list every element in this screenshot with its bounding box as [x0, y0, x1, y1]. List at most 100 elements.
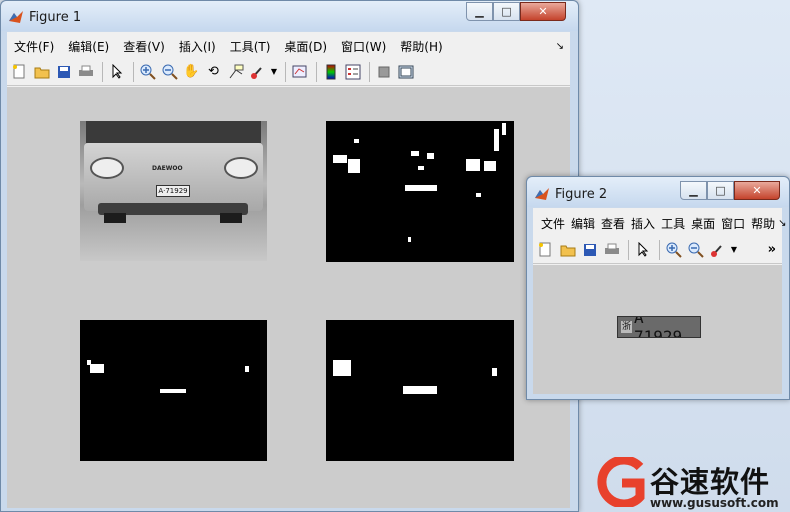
edge-blob — [333, 155, 347, 163]
bus-wheel-left — [104, 213, 126, 223]
toolbar-separator — [316, 61, 317, 82]
hide-plot-tools-icon[interactable] — [374, 62, 393, 81]
subplot-edge-image — [326, 121, 514, 262]
open-icon[interactable] — [558, 240, 577, 259]
watermark: 谷速软件 www.gususoft.com — [590, 455, 790, 512]
maximize-button[interactable]: □ — [707, 181, 734, 200]
pan-icon[interactable]: ✋ — [182, 62, 201, 81]
bus-windshield — [86, 121, 261, 143]
toolbar-separator — [102, 61, 103, 82]
zoom-out-icon[interactable] — [160, 62, 179, 81]
bus-license-plate: A·71929 — [156, 185, 190, 197]
zoom-out-icon[interactable] — [686, 240, 705, 259]
plate-province-char: 浙 — [621, 321, 633, 333]
menubar: 文件 编辑 查看 插入 工具 桌面 窗口 帮助 ↘ — [533, 212, 787, 234]
minimize-button[interactable]: ▁ — [680, 181, 707, 200]
window-title: Figure 1 — [29, 10, 82, 25]
watermark-brand: 谷速软件 — [650, 465, 771, 499]
menu-edit[interactable]: 编辑 — [568, 215, 598, 232]
menu-insert[interactable]: 插入 — [628, 215, 658, 232]
figure1-titlebar[interactable]: Figure 1 ▁ □ ✕ — [1, 1, 578, 31]
bus-headlight-right — [224, 157, 258, 179]
figure2-client: 文件 编辑 查看 插入 工具 桌面 窗口 帮助 ↘ ▼ » 浙 A 71929 — [533, 208, 787, 394]
link-plot-icon[interactable] — [290, 62, 309, 81]
edge-blob — [466, 159, 480, 171]
subplot-region-image — [326, 320, 514, 461]
matlab-logo-icon — [534, 186, 550, 202]
figure1-canvas: DAEWOO A·71929 — [7, 87, 570, 508]
toolbar-overflow-icon[interactable]: » — [768, 242, 776, 257]
region-blob — [333, 360, 351, 376]
menu-desktop[interactable]: 桌面(D) — [277, 38, 334, 55]
toolbar-separator — [285, 61, 286, 82]
edge-blob — [405, 185, 437, 191]
toolbar-separator — [659, 239, 660, 260]
edge-blob — [354, 139, 359, 143]
toolbar-separator — [133, 61, 134, 82]
edge-blob — [408, 237, 411, 242]
close-button[interactable]: ✕ — [520, 2, 566, 21]
figure1-client: 文件(F) 编辑(E) 查看(V) 插入(I) 工具(T) 桌面(D) 窗口(W… — [7, 32, 570, 508]
menu-view[interactable]: 查看 — [598, 215, 628, 232]
region-blob — [160, 389, 186, 393]
new-figure-icon[interactable] — [10, 62, 29, 81]
save-icon[interactable] — [580, 240, 599, 259]
menu-insert[interactable]: 插入(I) — [172, 38, 223, 55]
legend-icon[interactable] — [343, 62, 362, 81]
menu-help[interactable]: 帮助(H) — [393, 38, 449, 55]
rotate-icon[interactable]: ⟲ — [204, 62, 223, 81]
edge-blob — [502, 123, 506, 135]
menu-file[interactable]: 文件(F) — [7, 38, 61, 55]
save-icon[interactable] — [54, 62, 73, 81]
brush-dropdown-icon[interactable]: ▼ — [270, 62, 278, 81]
menu-window[interactable]: 窗口 — [718, 215, 748, 232]
edge-blob — [348, 159, 360, 173]
brush-icon[interactable] — [708, 240, 727, 259]
menu-file[interactable]: 文件 — [533, 215, 568, 232]
menu-tools[interactable]: 工具(T) — [223, 38, 278, 55]
menubar: 文件(F) 编辑(E) 查看(V) 插入(I) 工具(T) 桌面(D) 窗口(W… — [7, 35, 570, 57]
license-plate-image: 浙 A 71929 — [617, 316, 701, 338]
menubar-dock-arrow-icon[interactable]: ↘ — [556, 41, 564, 52]
edge-blob — [418, 166, 424, 170]
menu-desktop[interactable]: 桌面 — [688, 215, 718, 232]
bus-brand-text: DAEWOO — [152, 165, 183, 172]
zoom-in-icon[interactable] — [138, 62, 157, 81]
figure2-window: Figure 2 ▁ □ ✕ 文件 编辑 查看 插入 工具 桌面 窗口 帮助 ↘ — [526, 176, 790, 400]
figure-toolbar: ✋ ⟲ ▼ — [7, 58, 570, 86]
edge-blob — [427, 153, 434, 159]
window-title: Figure 2 — [555, 187, 608, 202]
show-plot-tools-icon[interactable] — [396, 62, 415, 81]
matlab-logo-icon — [8, 9, 24, 25]
toolbar-separator — [628, 239, 629, 260]
print-icon[interactable] — [76, 62, 95, 81]
colorbar-icon[interactable] — [321, 62, 340, 81]
pointer-icon[interactable] — [107, 62, 126, 81]
menu-tools[interactable]: 工具 — [658, 215, 688, 232]
edge-blob — [411, 151, 419, 156]
figure-toolbar: ▼ » — [533, 236, 782, 264]
maximize-button[interactable]: □ — [493, 2, 520, 21]
minimize-button[interactable]: ▁ — [466, 2, 493, 21]
brush-dropdown-icon[interactable]: ▼ — [730, 240, 738, 259]
brush-icon[interactable] — [248, 62, 267, 81]
figure2-canvas: 浙 A 71929 — [533, 265, 782, 394]
pointer-icon[interactable] — [633, 240, 652, 259]
watermark-url: www.gususoft.com — [650, 496, 779, 510]
close-button[interactable]: ✕ — [734, 181, 780, 200]
menubar-dock-arrow-icon[interactable]: ↘ — [778, 218, 786, 229]
menu-view[interactable]: 查看(V) — [116, 38, 172, 55]
region-blob — [87, 360, 91, 365]
menu-window[interactable]: 窗口(W) — [334, 38, 393, 55]
new-figure-icon[interactable] — [536, 240, 555, 259]
print-icon[interactable] — [602, 240, 621, 259]
gususoft-logo-icon — [594, 455, 646, 510]
zoom-in-icon[interactable] — [664, 240, 683, 259]
open-icon[interactable] — [32, 62, 51, 81]
figure2-titlebar[interactable]: Figure 2 ▁ □ ✕ — [527, 177, 789, 207]
menu-help[interactable]: 帮助 — [748, 215, 778, 232]
menu-edit[interactable]: 编辑(E) — [61, 38, 116, 55]
data-cursor-icon[interactable] — [226, 62, 245, 81]
edge-blob — [494, 129, 499, 151]
subplot-morphology-image — [80, 320, 267, 461]
